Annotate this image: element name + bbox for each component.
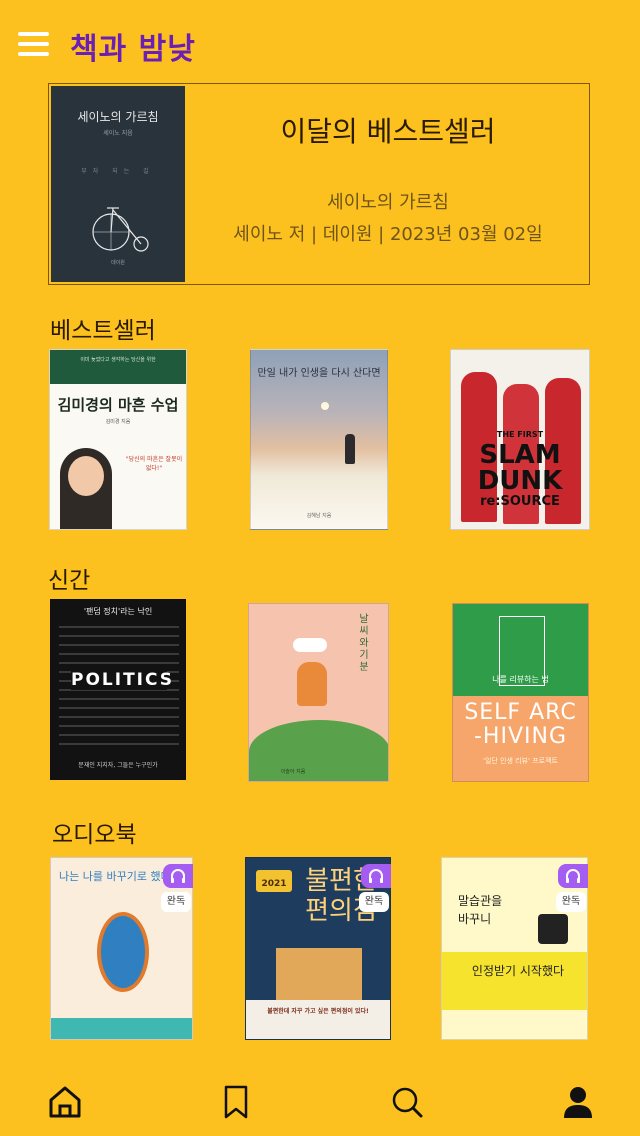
menu-icon[interactable] — [18, 32, 50, 58]
cloud-shape — [293, 638, 327, 652]
book-title-line1: 말습관을 — [458, 894, 503, 908]
cover-subtitle: 부자 되는 길 — [81, 168, 155, 175]
book-author: 이슬아 지음 — [280, 769, 306, 775]
book-cover[interactable]: THE FIRST SLAM DUNK re:SOURCE — [450, 349, 590, 530]
user-icon[interactable] — [558, 1082, 598, 1122]
book-quote: "당신의 마흔은 잘못이 없다!" — [125, 456, 183, 472]
cover-title: 세이노의 가르침 — [77, 110, 159, 124]
book-title: 김미경의 마흔 수업 — [57, 396, 179, 414]
bicycle-illustration — [92, 207, 149, 252]
store-illustration — [276, 948, 362, 1000]
figure-illustration — [538, 914, 568, 944]
book-top-text: '팬덤 정치'라는 낙인 — [83, 607, 153, 616]
audio-badge: 완독 — [554, 864, 588, 914]
book-author: 김혜남 지음 — [306, 513, 332, 519]
featured-banner[interactable]: 세이노의 가르침 세이노 지음 부자 되는 길 데이원 이달의 베스트셀러 세이… — [48, 83, 590, 285]
featured-heading: 이달의 베스트셀러 — [280, 115, 496, 148]
book-cover[interactable]: '팬덤 정치'라는 낙인 POLITICS 문재인 지지자, 그들은 누구인가 — [50, 599, 186, 780]
headphones-icon — [163, 864, 193, 888]
audio-badge: 완독 — [159, 864, 193, 914]
cover-author: 세이노 지음 — [103, 130, 133, 137]
book-title-line1: THE FIRST — [496, 430, 544, 439]
book-title-line4: re:SOURCE — [480, 494, 560, 509]
bottom-tab-bar — [0, 1068, 640, 1136]
year-crown-badge: 2021 — [256, 870, 292, 892]
book-title: POLITICS — [71, 670, 175, 690]
book-title-line2: 바꾸니 — [458, 912, 492, 926]
book-author: 김미경 지음 — [105, 419, 131, 425]
book-cover[interactable]: 나를 리뷰하는 법 SELF ARC -HIVING '일단 인생 리뷰' 프로… — [452, 603, 589, 782]
person-figure — [345, 434, 355, 464]
app-header: 책과 밤낮 — [0, 0, 640, 84]
book-caption: 불편한데 자꾸 가고 싶은 편의점이 있다! — [267, 1008, 369, 1015]
featured-book-meta: 세이노 저 | 데이원 | 2023년 03월 02일 — [233, 224, 543, 245]
book-title-line2: -HIVING — [473, 724, 567, 749]
featured-book-cover[interactable]: 세이노의 가르침 세이노 지음 부자 되는 길 데이원 — [51, 86, 185, 282]
book-top-text: 이미 늦었다고 생각하는 당신을 위한 — [80, 357, 156, 363]
audio-badge: 완독 — [357, 864, 391, 914]
section-title-new: 신간 — [48, 568, 91, 594]
cover-publisher: 데이원 — [111, 260, 125, 266]
headphones-icon — [361, 864, 391, 888]
book-cover[interactable]: 만일 내가 인생을 다시 산다면 김혜남 지음 — [250, 349, 388, 530]
completed-badge: 완독 — [161, 892, 191, 912]
mirror-illustration — [97, 912, 149, 992]
featured-book-title[interactable]: 세이노의 가르침 — [185, 188, 591, 214]
home-icon[interactable] — [45, 1082, 85, 1122]
moon-shape — [321, 402, 329, 410]
book-title-line1: SELF ARC — [464, 700, 577, 725]
section-title-audiobook: 오디오북 — [52, 822, 137, 848]
book-title-line3: 인정받기 시작했다 — [471, 964, 565, 978]
completed-badge: 완독 — [359, 892, 389, 912]
book-title: 날씨와 기분 — [359, 614, 369, 673]
completed-badge: 완독 — [556, 892, 586, 912]
book-title: 만일 내가 인생을 다시 산다면 — [257, 368, 381, 379]
book-cover[interactable]: 이미 늦었다고 생각하는 당신을 위한 김미경의 마흔 수업 김미경 지음 "당… — [49, 349, 187, 530]
book-cover[interactable]: 날씨와 기분 이슬아 지음 — [248, 603, 389, 782]
headphones-icon — [558, 864, 588, 888]
bookmark-icon[interactable] — [216, 1082, 256, 1122]
book-small-title: 나를 리뷰하는 법 — [492, 675, 549, 684]
person-figure — [297, 662, 327, 706]
section-title-bestseller: 베스트셀러 — [50, 318, 156, 344]
search-icon[interactable] — [387, 1082, 427, 1122]
book-subtitle: 문재인 지지자, 그들은 누구인가 — [78, 762, 158, 769]
book-subtitle: '일단 인생 리뷰' 프로젝트 — [483, 757, 558, 765]
book-title-line3: DUNK — [477, 466, 563, 496]
app-title: 책과 밤낮 — [70, 32, 196, 67]
